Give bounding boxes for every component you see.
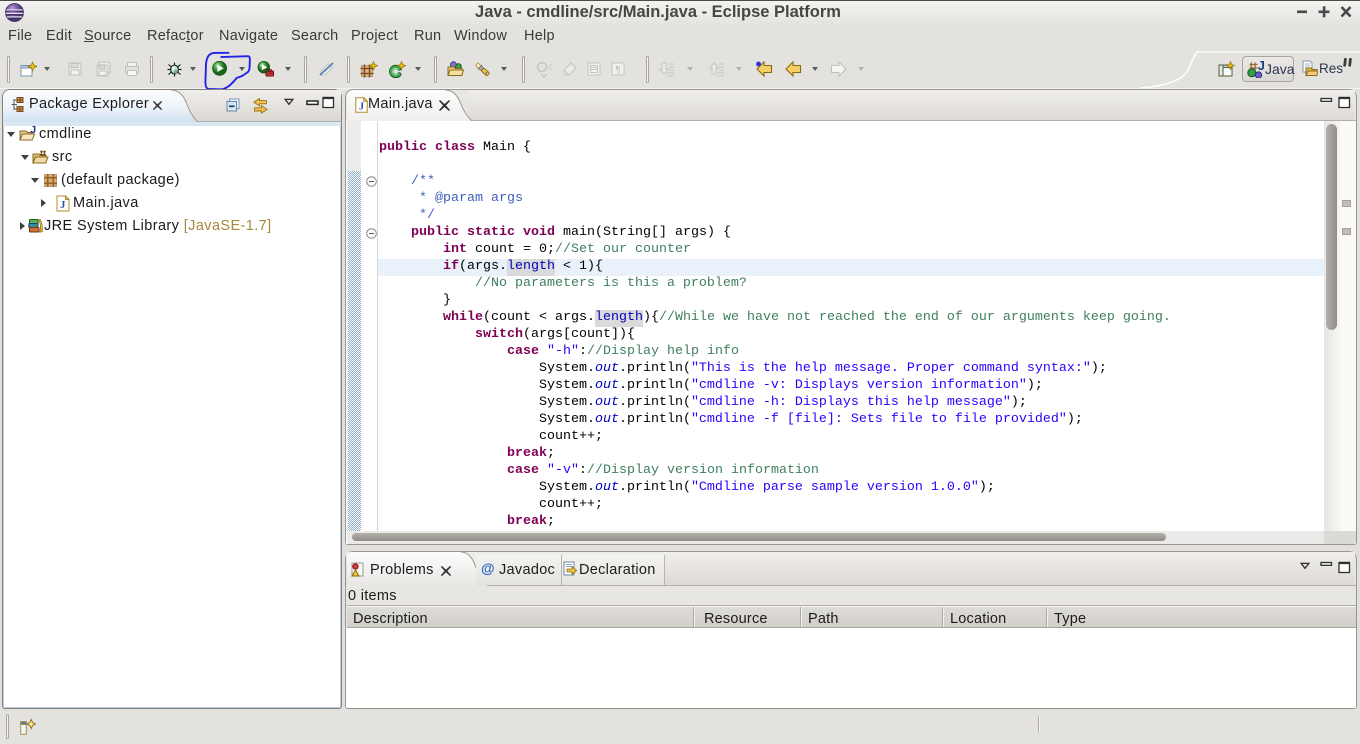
- svg-text:¶: ¶: [615, 65, 620, 76]
- svg-text:J: J: [31, 126, 37, 136]
- svg-text:J: J: [1258, 60, 1265, 73]
- svg-text:J: J: [359, 102, 364, 113]
- svg-text:G: G: [548, 63, 552, 72]
- svg-text:J: J: [60, 200, 66, 211]
